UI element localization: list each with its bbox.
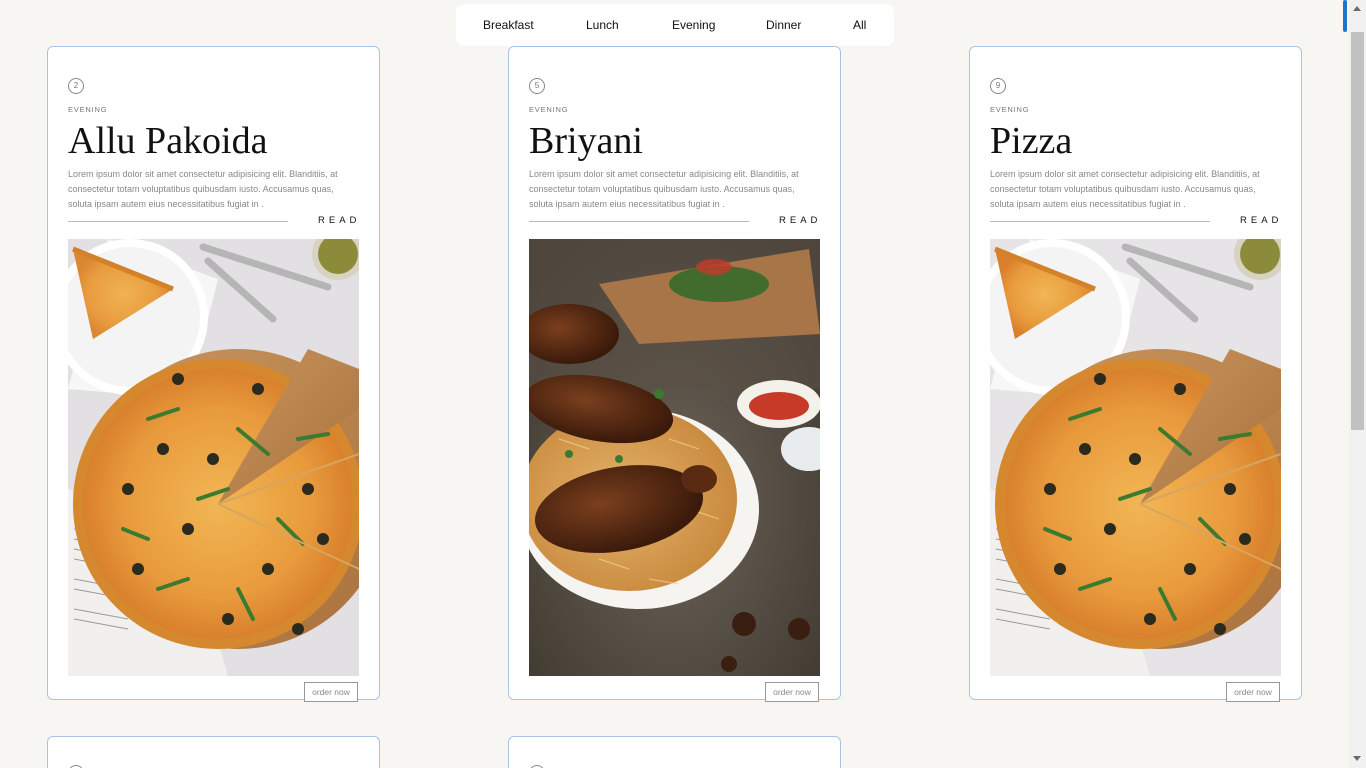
pizza-photo xyxy=(68,239,359,676)
page-scrollbar[interactable] xyxy=(1349,0,1366,768)
order-now-button[interactable]: order now xyxy=(1226,682,1280,702)
food-card xyxy=(508,736,841,768)
food-title: Pizza xyxy=(990,120,1073,162)
divider xyxy=(68,221,288,222)
food-description: Lorem ipsum dolor sit amet consectetur a… xyxy=(990,169,1260,209)
food-title: Allu Pakoida xyxy=(68,120,268,162)
scroll-position-indicator xyxy=(1343,0,1347,32)
nav-item-dinner[interactable]: Dinner xyxy=(766,4,801,46)
scroll-down-arrow-icon[interactable] xyxy=(1353,756,1361,761)
nav-item-evening[interactable]: Evening xyxy=(672,4,715,46)
item-number: 5 xyxy=(529,78,545,94)
food-description: Lorem ipsum dolor sit amet consectetur a… xyxy=(68,169,338,209)
pizza-photo xyxy=(990,239,1281,676)
order-now-button[interactable]: order now xyxy=(765,682,819,702)
category-label: EVENING xyxy=(529,105,569,114)
category-label: EVENING xyxy=(990,105,1030,114)
food-title: Briyani xyxy=(529,120,643,162)
food-card: 9 EVENING Pizza Lorem ipsum dolor sit am… xyxy=(969,46,1302,702)
divider xyxy=(990,221,1210,222)
nav-item-breakfast[interactable]: Breakfast xyxy=(483,4,534,46)
food-description: Lorem ipsum dolor sit amet consectetur a… xyxy=(529,169,799,209)
scroll-up-arrow-icon[interactable] xyxy=(1353,6,1361,11)
nav-item-all[interactable]: All xyxy=(853,4,866,46)
scrollbar-thumb[interactable] xyxy=(1351,32,1364,430)
biryani-photo xyxy=(529,239,820,676)
read-link[interactable]: READ xyxy=(1240,215,1282,226)
item-number: 2 xyxy=(68,78,84,94)
food-card xyxy=(47,736,380,768)
item-number: 9 xyxy=(990,78,1006,94)
divider xyxy=(529,221,749,222)
order-now-button[interactable]: order now xyxy=(304,682,358,702)
nav-item-lunch[interactable]: Lunch xyxy=(586,4,619,46)
food-card: 5 EVENING Briyani Lorem ipsum dolor sit … xyxy=(508,46,841,702)
read-link[interactable]: READ xyxy=(779,215,821,226)
category-label: EVENING xyxy=(68,105,108,114)
read-link[interactable]: READ xyxy=(318,215,360,226)
food-card: 2 EVENING Allu Pakoida Lorem ipsum dolor… xyxy=(47,46,380,702)
category-nav: Breakfast Lunch Evening Dinner All xyxy=(456,4,894,46)
